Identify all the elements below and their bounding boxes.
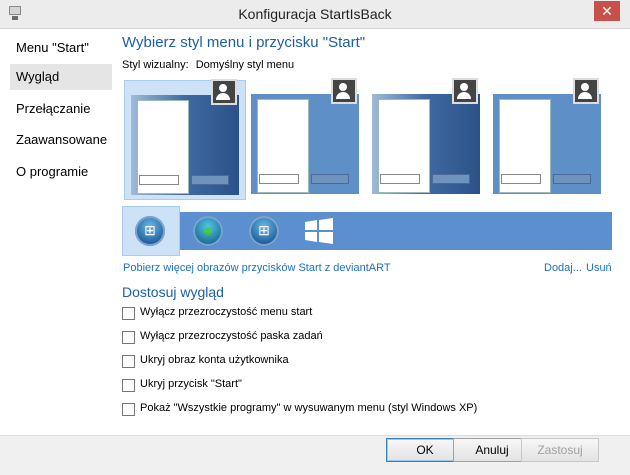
checkbox-label: Wyłącz przezroczystość paska zadań	[140, 330, 323, 342]
close-button[interactable]: ✕	[594, 1, 620, 21]
thumbnail-shutdown-bar	[432, 174, 470, 184]
clover-icon: ♣	[203, 222, 213, 238]
visual-style-row: Styl wizualny: Domyślny styl menu	[122, 59, 294, 71]
windows-flag-icon: ⊞	[144, 222, 156, 238]
cancel-button[interactable]: Anuluj	[453, 438, 531, 462]
style-thumbnail-2[interactable]	[245, 78, 365, 198]
checkbox-label: Pokaż "Wszystkie programy" w wysuwanym m…	[140, 402, 478, 414]
thumbnail-shutdown-bar	[553, 174, 591, 184]
sidebar: Menu "Start" Wygląd Przełączanie Zaawans…	[0, 29, 118, 435]
sidebar-item-appearance[interactable]: Wygląd	[10, 64, 112, 90]
style-thumbnail-1[interactable]	[124, 79, 246, 200]
remove-link[interactable]: Usuń	[586, 262, 612, 274]
windows-flag-icon: ⊞	[258, 222, 270, 238]
windows-orb-icon[interactable]: ⊞	[135, 216, 165, 246]
sidebar-item-about[interactable]: O programie	[10, 159, 112, 185]
user-avatar-icon	[573, 78, 599, 104]
sidebar-item-switching[interactable]: Przełączanie	[10, 96, 112, 122]
windows-orb-icon-2[interactable]: ⊞	[249, 216, 279, 246]
checkbox-label: Wyłącz przezroczystość menu start	[140, 306, 313, 318]
thumbnail-shutdown-bar	[311, 174, 349, 184]
customize-section-title: Dostosuj wygląd	[122, 284, 224, 300]
window-title: Konfiguracja StartIsBack	[238, 6, 392, 22]
clover-orb-icon[interactable]: ♣	[193, 216, 223, 246]
thumbnail-search-box	[139, 175, 179, 185]
checkbox[interactable]	[122, 307, 135, 320]
sidebar-item-menu-start[interactable]: Menu "Start"	[10, 35, 112, 61]
thumbnail-preview	[131, 95, 239, 195]
apply-button[interactable]: Zastosuj	[521, 438, 599, 462]
thumbnail-search-box	[501, 174, 541, 184]
sidebar-item-advanced[interactable]: Zaawansowane	[10, 127, 112, 153]
thumbnail-search-box	[259, 174, 299, 184]
user-avatar-icon	[452, 78, 478, 104]
thumbnail-search-box	[380, 174, 420, 184]
checkbox[interactable]	[122, 331, 135, 344]
checkbox-label: Ukryj obraz konta użytkownika	[140, 354, 289, 366]
page-title: Wybierz styl menu i przycisku "Start"	[122, 34, 366, 51]
thumbnail-preview	[251, 94, 359, 194]
visual-style-value: Domyślny styl menu	[195, 59, 295, 71]
thumbnail-preview	[493, 94, 601, 194]
title-bar: Konfiguracja StartIsBack ✕	[0, 0, 630, 29]
style-thumbnail-4[interactable]	[487, 78, 607, 198]
user-avatar-icon	[211, 79, 237, 105]
checkbox-label: Ukryj przycisk "Start"	[140, 378, 242, 390]
thumbnail-preview	[372, 94, 480, 194]
visual-style-label: Styl wizualny:	[122, 59, 189, 71]
windows8-logo-icon[interactable]	[305, 218, 333, 244]
user-avatar-icon	[331, 78, 357, 104]
style-thumbnail-3[interactable]	[366, 78, 486, 198]
checkbox[interactable]	[122, 403, 135, 416]
deviantart-link[interactable]: Pobierz więcej obrazów przycisków Start …	[123, 262, 391, 274]
thumbnail-shutdown-bar	[191, 175, 229, 185]
add-link[interactable]: Dodaj...	[544, 262, 582, 274]
checkbox[interactable]	[122, 379, 135, 392]
checkbox[interactable]	[122, 355, 135, 368]
